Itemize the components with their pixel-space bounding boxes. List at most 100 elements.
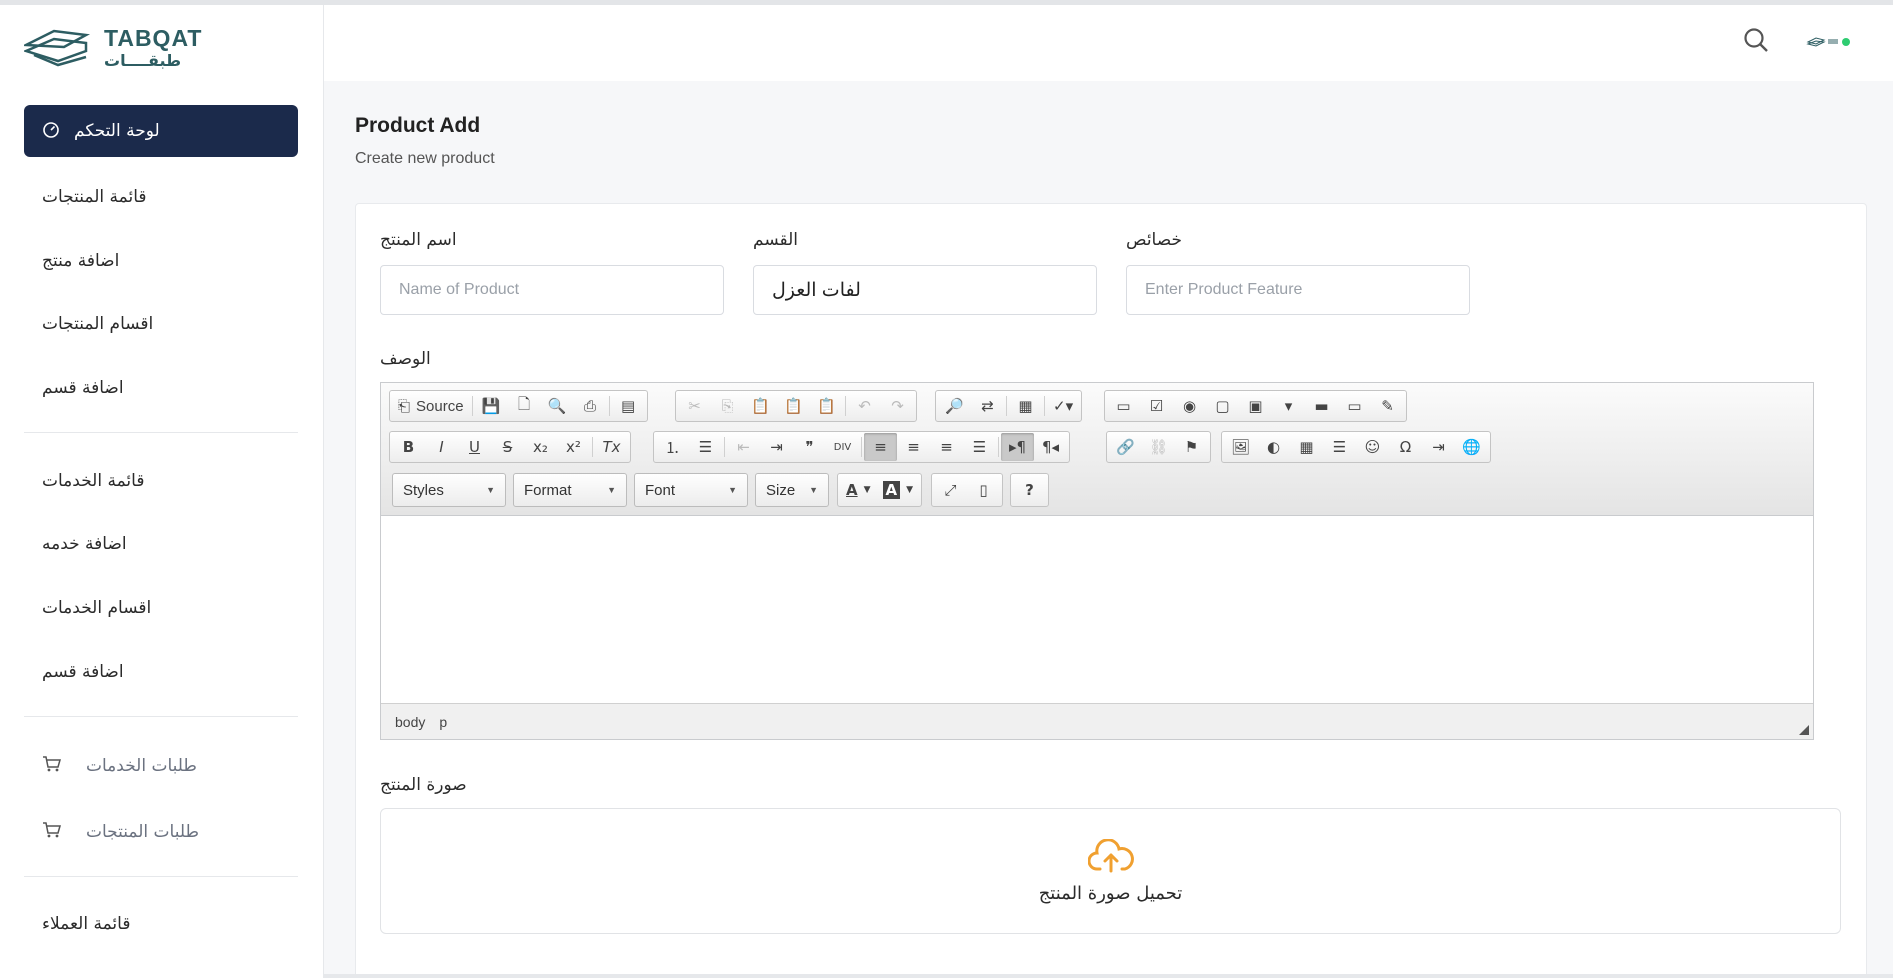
sidebar-item-add-category[interactable]: اضافة قسم (24, 362, 298, 414)
sidebar-item-service-categories[interactable]: اقسام الخدمات (24, 582, 298, 634)
sidebar-item-label: قائمة المنتجات (42, 187, 147, 207)
cut-icon[interactable]: ✂ (678, 392, 711, 420)
image-upload-dropzone[interactable]: تحميل صورة المنتج (380, 808, 1841, 934)
sidebar-item-service-orders[interactable]: طلبات الخدمات (24, 740, 298, 792)
image-icon[interactable]: 🖼 (1224, 433, 1257, 461)
logo-mark-icon (24, 29, 91, 67)
features-input[interactable] (1126, 265, 1470, 315)
find-icon[interactable]: 🔎 (938, 392, 971, 420)
paste-icon[interactable]: 📋 (744, 392, 777, 420)
editor-resize-handle[interactable] (1799, 725, 1809, 735)
font-label: Font (645, 481, 676, 499)
sidebar-item-customer-list[interactable]: قائمة العملاء (24, 898, 298, 950)
outdent-icon[interactable]: ⇤ (727, 433, 760, 461)
background-color-icon[interactable]: A ▼ (877, 476, 920, 504)
create-div-icon[interactable]: DIV (826, 433, 859, 461)
horizontal-line-icon[interactable]: ☰ (1323, 433, 1356, 461)
form-icon[interactable]: ▭ (1107, 392, 1140, 420)
align-right-icon[interactable]: ≡ (930, 433, 963, 461)
special-char-icon[interactable]: Ω (1389, 433, 1422, 461)
top-header (324, 5, 1893, 81)
blockquote-icon[interactable]: ❞ (793, 433, 826, 461)
styles-dropdown[interactable]: Styles ▼ (392, 473, 506, 507)
preview-icon[interactable]: 🔍 (541, 392, 574, 420)
hidden-field-icon[interactable]: ✎ (1371, 392, 1404, 420)
sidebar-item-service-list[interactable]: قائمة الخدمات (24, 455, 298, 507)
category-label: القسم (753, 230, 798, 250)
align-center-icon[interactable]: ≡ (897, 433, 930, 461)
category-select[interactable] (753, 265, 1097, 315)
radio-icon[interactable]: ◉ (1173, 392, 1206, 420)
select-field-icon[interactable]: ▾ (1272, 392, 1305, 420)
sidebar-item-add-product[interactable]: اضافة منتج (24, 235, 298, 287)
indent-icon[interactable]: ⇥ (760, 433, 793, 461)
sidebar-item-product-list[interactable]: قائمة المنتجات (24, 171, 298, 223)
justify-icon[interactable]: ☰ (963, 433, 996, 461)
bulleted-list-icon[interactable]: ☰ (689, 433, 722, 461)
help-icon[interactable]: ? (1013, 476, 1046, 504)
paste-text-icon[interactable]: 📋 (777, 392, 810, 420)
underline-icon[interactable]: U (458, 433, 491, 461)
styles-label: Styles (403, 481, 444, 499)
table-icon[interactable]: ▦ (1290, 433, 1323, 461)
size-dropdown[interactable]: Size ▼ (755, 473, 829, 507)
flash-icon[interactable]: ◐ (1257, 433, 1290, 461)
sidebar-item-dashboard[interactable]: لوحة التحكم (24, 105, 298, 157)
chevron-down-icon: ▼ (809, 485, 818, 495)
undo-icon[interactable]: ↶ (848, 392, 881, 420)
redo-icon[interactable]: ↷ (881, 392, 914, 420)
text-direction-rtl-icon[interactable]: ¶◂ (1034, 433, 1067, 461)
bold-icon[interactable]: B (392, 433, 425, 461)
toolbar-group-links: 🔗 ⛓ ⚑ (1106, 431, 1211, 463)
iframe-icon[interactable]: 🌐 (1455, 433, 1488, 461)
toolbar-separator (1044, 396, 1045, 416)
new-page-icon[interactable]: 🗋 (508, 392, 541, 420)
font-dropdown[interactable]: Font ▼ (634, 473, 748, 507)
page-break-icon[interactable]: ⇥ (1422, 433, 1455, 461)
smiley-icon[interactable]: ☺ (1356, 433, 1389, 461)
copy-icon[interactable]: ⎘ (711, 392, 744, 420)
maximize-icon[interactable]: ⤢ (934, 476, 967, 504)
select-all-icon[interactable]: ▦ (1009, 392, 1042, 420)
text-direction-ltr-icon[interactable]: ▸¶ (1001, 433, 1034, 461)
toolbar-group-tools: ⤢ ▯ (931, 473, 1003, 507)
textfield-icon[interactable]: ▢ (1206, 392, 1239, 420)
spellcheck-icon[interactable]: ✓▾ (1047, 392, 1079, 420)
product-name-input[interactable] (380, 265, 724, 315)
source-button[interactable]: ⎗ Source (392, 392, 470, 420)
print-icon[interactable]: ⎙ (574, 392, 607, 420)
templates-icon[interactable]: ▤ (612, 392, 645, 420)
editor-content-area[interactable] (381, 517, 1813, 703)
text-color-icon[interactable]: A ▼ (840, 476, 877, 504)
features-label: خصائص (1126, 230, 1182, 250)
image-button-icon[interactable]: ▭ (1338, 392, 1371, 420)
align-left-icon[interactable]: ≡ (864, 433, 897, 461)
save-icon[interactable]: 💾 (475, 392, 508, 420)
replace-icon[interactable]: ⇄ (971, 392, 1004, 420)
editor-status-bar: body p (381, 703, 1813, 739)
sidebar-item-add-service[interactable]: اضافة خدمه (24, 518, 298, 570)
unlink-icon[interactable]: ⛓ (1142, 433, 1175, 461)
brand-logo[interactable]: TABQAT طبقــــات (24, 23, 204, 71)
path-p[interactable]: p (439, 714, 447, 730)
strike-icon[interactable]: S (491, 433, 524, 461)
italic-icon[interactable]: I (425, 433, 458, 461)
button-field-icon[interactable]: ▬ (1305, 392, 1338, 420)
path-body[interactable]: body (395, 714, 425, 730)
textarea-icon[interactable]: ▣ (1239, 392, 1272, 420)
superscript-icon[interactable]: x² (557, 433, 590, 461)
show-blocks-icon[interactable]: ▯ (967, 476, 1000, 504)
subscript-icon[interactable]: x₂ (524, 433, 557, 461)
numbered-list-icon[interactable]: ⒈ (656, 433, 689, 461)
search-icon[interactable] (1742, 26, 1770, 54)
checkbox-icon[interactable]: ☑ (1140, 392, 1173, 420)
avatar[interactable] (1806, 32, 1856, 52)
sidebar-item-product-orders[interactable]: طلبات المنتجات (24, 806, 298, 858)
link-icon[interactable]: 🔗 (1109, 433, 1142, 461)
paste-word-icon[interactable]: 📋 (810, 392, 843, 420)
remove-format-icon[interactable]: Tx (595, 433, 628, 461)
anchor-icon[interactable]: ⚑ (1175, 433, 1208, 461)
sidebar-item-add-service-category[interactable]: اضافة قسم (24, 646, 298, 698)
sidebar-item-product-categories[interactable]: اقسام المنتجات (24, 298, 298, 350)
format-dropdown[interactable]: Format ▼ (513, 473, 627, 507)
